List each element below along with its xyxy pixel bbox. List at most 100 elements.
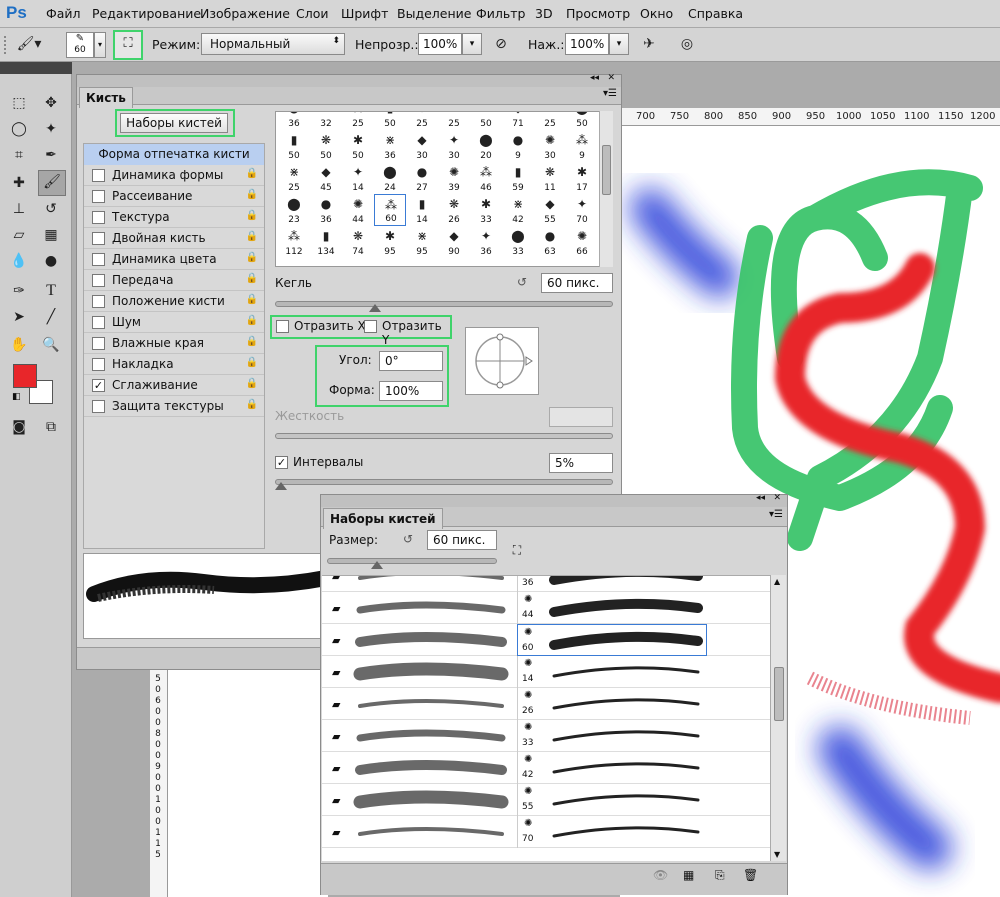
collapse-icon[interactable]: ◂◂ [590, 73, 599, 83]
brush-tip-cell[interactable]: ⬤ 24 [374, 162, 406, 194]
preset-cell[interactable]: ✺36 [517, 576, 707, 592]
option-checkbox[interactable] [92, 253, 105, 266]
grip-handle[interactable] [4, 36, 8, 54]
preset-cell[interactable]: ✺ 42 [517, 752, 707, 784]
presets-slider-thumb[interactable] [371, 561, 383, 569]
brush-tip-cell[interactable]: ⬤ 50 [566, 112, 598, 130]
option-checkbox[interactable] [92, 274, 105, 287]
brush-option-row[interactable]: ✓ Сглаживание 🔒 [84, 375, 264, 396]
pen-tool-icon[interactable]: ✑ [8, 280, 30, 302]
close-panel-icon[interactable]: ✕ [607, 73, 615, 83]
opacity-arrow[interactable]: ▾ [462, 33, 482, 55]
preset-cell[interactable]: ✺ 14 [517, 656, 707, 688]
flip-y-checkbox[interactable] [364, 320, 377, 333]
presets-list[interactable]: ▰ ✺36 ▰ ✺ 44 ▰ ✺ 60 ▰ ✺ 14 ▰ ✺ 26 ▰ ✺ 33 ▰ ✺ 42 ▰ ✺ 55 ▰ ✺ 70 [322, 575, 770, 861]
option-checkbox[interactable] [92, 400, 105, 413]
default-colors-icon[interactable]: ◧ [12, 392, 21, 402]
preset-row[interactable]: ▰ ✺ 26 [322, 688, 770, 720]
brush-tip-cell[interactable]: ❋ 25 [406, 112, 438, 130]
menu-help[interactable]: Справка [688, 6, 743, 21]
angle-preview[interactable] [465, 327, 539, 395]
brush-tip-cell[interactable]: ✱ 17 [566, 162, 598, 194]
brush-tip-cell[interactable]: ◆ 30 [406, 130, 438, 162]
preset-cell[interactable]: ✺ 33 [517, 720, 707, 752]
lock-icon[interactable]: 🔒 [246, 252, 258, 263]
menu-window[interactable]: Окно [640, 6, 673, 21]
presets-reset-icon[interactable]: ↺ [403, 532, 413, 546]
menu-layers[interactable]: Слои [296, 6, 329, 21]
eye-icon[interactable]: 👁 [653, 868, 668, 882]
size-slider-thumb[interactable] [369, 304, 381, 312]
brush-tip-cell[interactable]: ● 36 [310, 194, 342, 226]
brush-tip-cell[interactable]: ✺ 30 [534, 130, 566, 162]
option-checkbox[interactable] [92, 358, 105, 371]
size-slider[interactable] [275, 301, 613, 307]
lock-icon[interactable]: 🔒 [246, 189, 258, 200]
option-checkbox[interactable] [92, 211, 105, 224]
lasso-tool-icon[interactable]: ◯ [8, 118, 30, 140]
reset-size-icon[interactable]: ↺ [517, 275, 527, 289]
quick-mask-icon[interactable]: ◙ [8, 416, 30, 438]
preset-row[interactable]: ▰ ✺ 33 [322, 720, 770, 752]
lock-icon[interactable]: 🔒 [246, 336, 258, 347]
brush-tip-cell[interactable]: ✦ 36 [470, 226, 502, 258]
brush-tip-cell[interactable]: ❋ 11 [534, 162, 566, 194]
brush-tip-cell[interactable]: ✺ 44 [342, 194, 374, 226]
brush-tip-cell[interactable]: ⬤ 23 [278, 194, 310, 226]
healing-brush-icon[interactable]: ✚ [8, 172, 30, 194]
toggle-brush-panel-icon-2[interactable]: ⛶ [507, 541, 527, 559]
preset-row[interactable]: ▰ ✺ 55 [322, 784, 770, 816]
option-checkbox[interactable]: ✓ [92, 379, 105, 392]
tip-grid-scrollbar[interactable] [599, 111, 613, 267]
spacing-slider-thumb[interactable] [275, 482, 287, 490]
brush-tip-cell[interactable]: ✦ 70 [566, 194, 598, 226]
tab-brush-presets[interactable]: Наборы кистей [323, 508, 443, 529]
lock-icon[interactable]: 🔒 [246, 294, 258, 305]
brush-tip-cell[interactable]: ◆ 71 [502, 112, 534, 130]
presets-close-icon[interactable]: ✕ [773, 493, 781, 503]
foreground-color-swatch[interactable] [13, 364, 37, 388]
lock-icon[interactable]: 🔒 [246, 273, 258, 284]
new-preset-icon[interactable]: ⎘ [715, 868, 725, 883]
spacing-input[interactable]: 5% [549, 453, 613, 473]
brush-tip-cell[interactable]: ⋇ 42 [502, 194, 534, 226]
brush-tip-cell[interactable]: ⁂ 60 [374, 194, 406, 226]
history-brush-icon[interactable]: ↺ [40, 198, 62, 220]
magic-wand-icon[interactable]: ✦ [40, 118, 62, 140]
brush-tip-cell[interactable]: ◆ 45 [310, 162, 342, 194]
brush-tip-cell[interactable]: ✦ 14 [342, 162, 374, 194]
menu-edit[interactable]: Редактирование [92, 6, 201, 21]
brush-tip-cell[interactable]: ● 27 [406, 162, 438, 194]
option-checkbox[interactable] [92, 232, 105, 245]
preset-row[interactable]: ▰ ✺ 14 [322, 656, 770, 688]
menu-file[interactable]: Файл [46, 6, 81, 21]
flow-arrow[interactable]: ▾ [609, 33, 629, 55]
brush-tip-cell[interactable]: ✱ 25 [438, 112, 470, 130]
brush-tool-icon[interactable]: 🖌 [38, 170, 66, 196]
brush-option-row[interactable]: Двойная кисть 🔒 [84, 228, 264, 249]
flip-x-checkbox[interactable] [276, 320, 289, 333]
size-input[interactable]: 60 пикс. [541, 273, 613, 293]
eyedropper-icon[interactable]: ✒ [40, 144, 62, 166]
eraser-icon[interactable]: ▱ [8, 224, 30, 246]
menu-view[interactable]: Просмотр [566, 6, 630, 21]
presets-size-slider[interactable] [327, 558, 497, 564]
option-checkbox[interactable] [92, 337, 105, 350]
brush-option-row[interactable]: Положение кисти 🔒 [84, 291, 264, 312]
menu-filter[interactable]: Фильтр [476, 6, 525, 21]
brush-option-row[interactable]: Влажные края 🔒 [84, 333, 264, 354]
brush-tip-cell[interactable]: ✦ 30 [438, 130, 470, 162]
option-checkbox[interactable] [92, 190, 105, 203]
lock-icon[interactable]: 🔒 [246, 168, 258, 179]
presets-collapse-icon[interactable]: ◂◂ [756, 493, 765, 503]
preset-row[interactable]: ▰ ✺ 44 [322, 592, 770, 624]
option-checkbox[interactable] [92, 295, 105, 308]
brush-tip-cell[interactable]: ✺ 39 [438, 162, 470, 194]
menu-image[interactable]: Изображение [200, 6, 290, 21]
brush-option-row[interactable]: Динамика цвета 🔒 [84, 249, 264, 270]
lock-icon[interactable]: 🔒 [246, 210, 258, 221]
brush-tip-cell[interactable]: ✱ 95 [374, 226, 406, 258]
dodge-tool-icon[interactable]: ● [40, 250, 62, 272]
screen-mode-icon[interactable]: ⧉ [40, 416, 62, 438]
spacing-checkbox[interactable]: ✓ [275, 456, 288, 469]
